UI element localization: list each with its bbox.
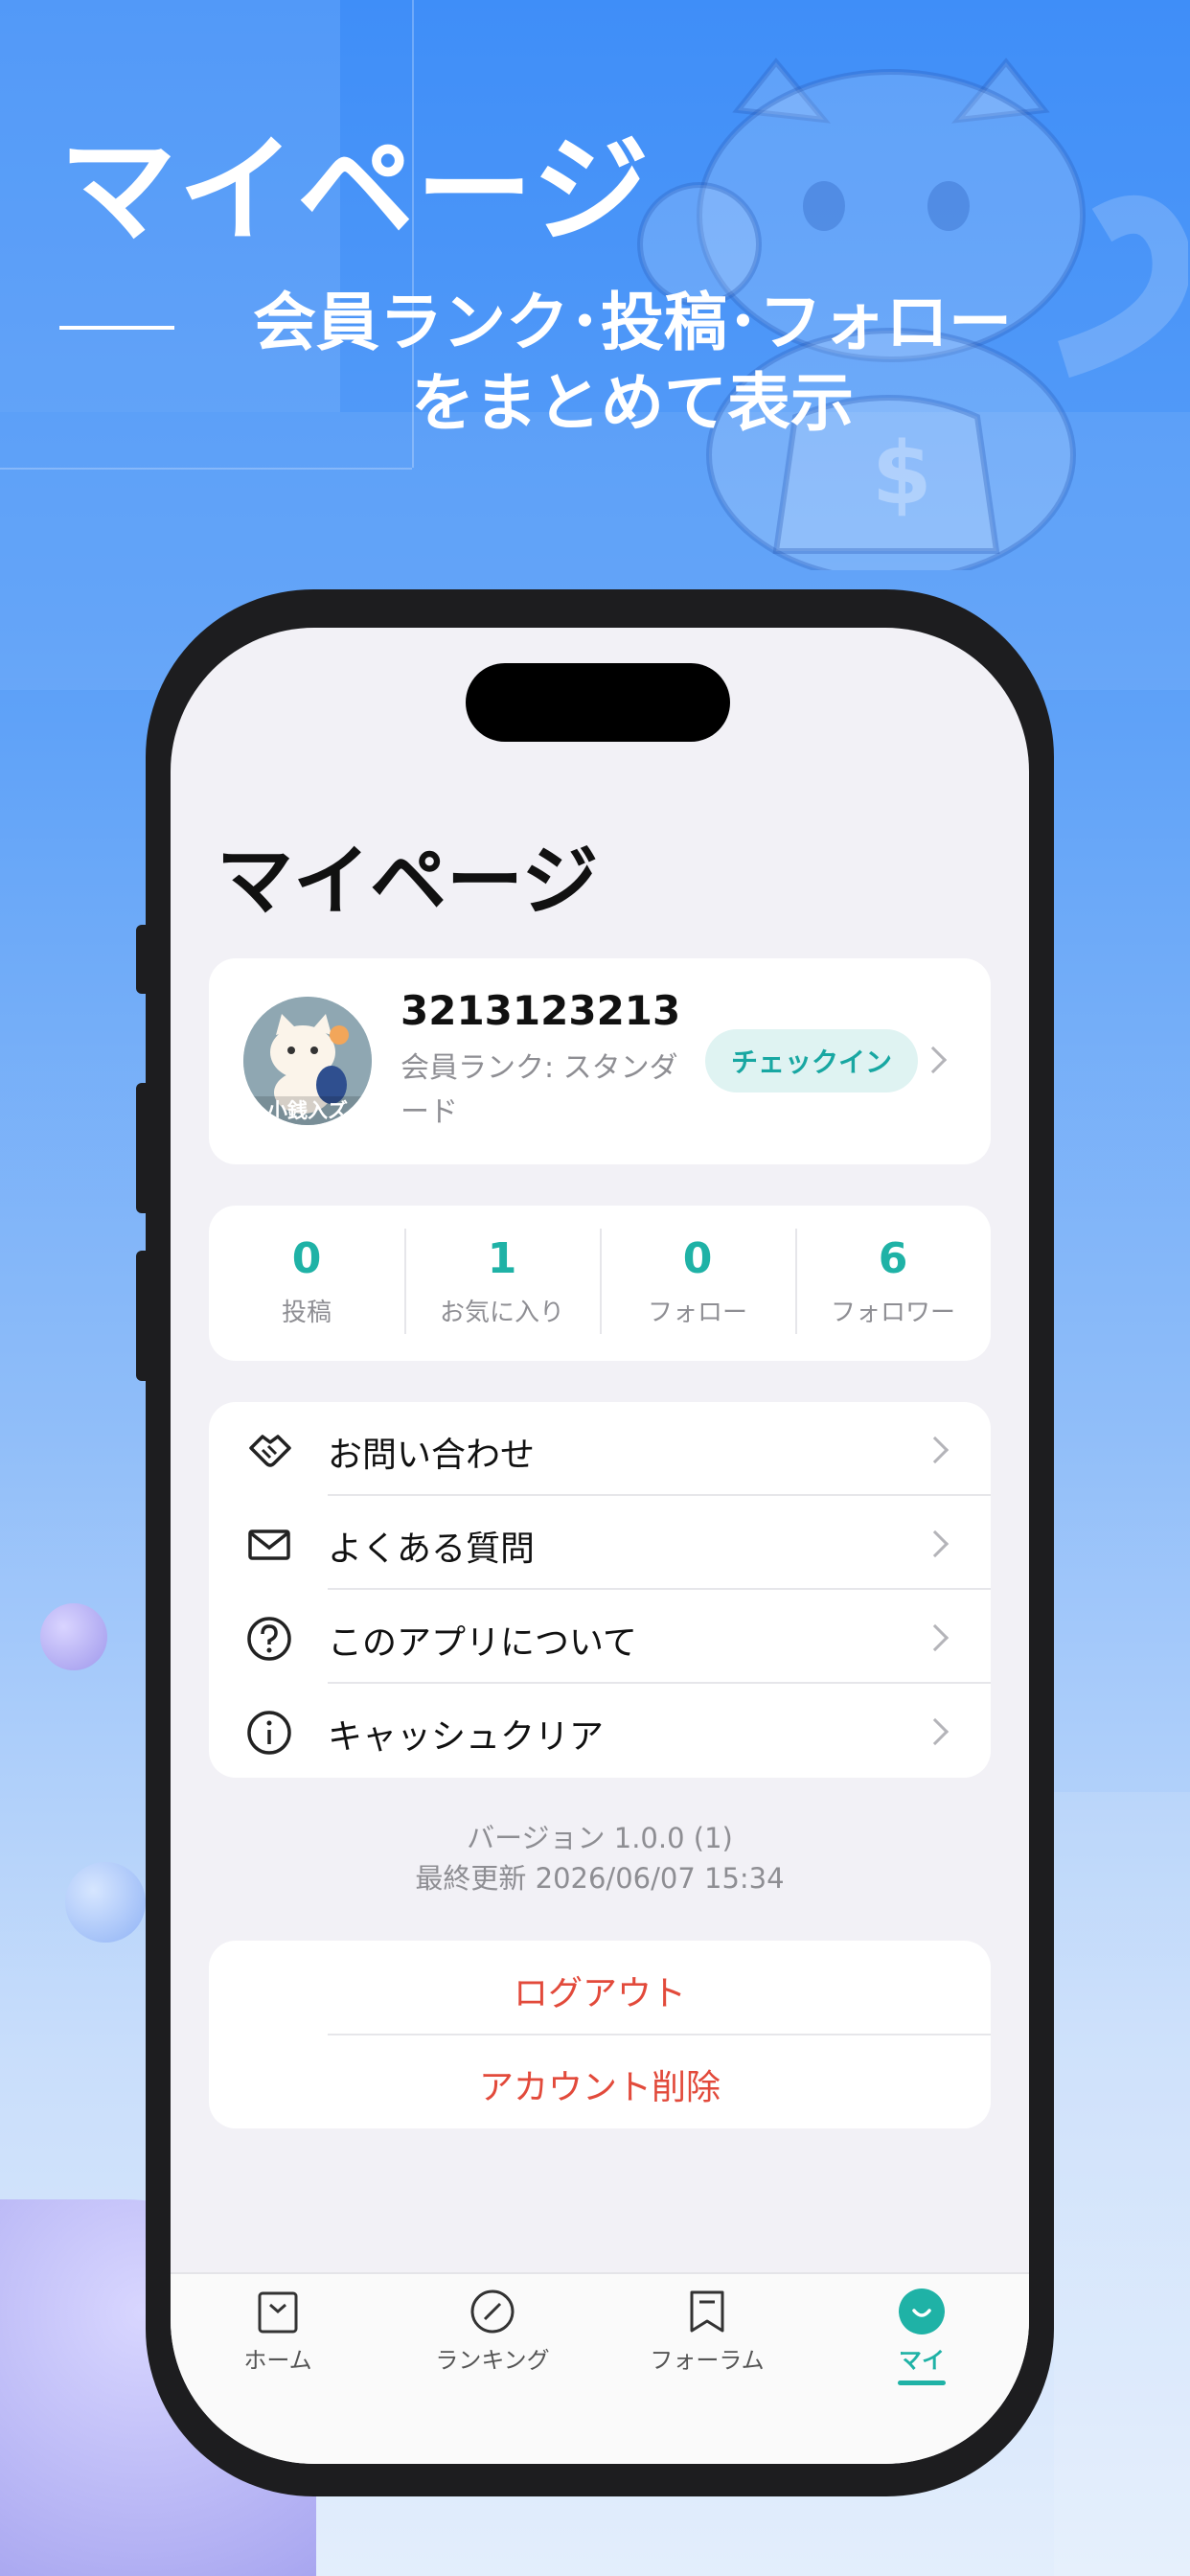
my-icon bbox=[899, 2288, 945, 2334]
stat-label: フォロワー bbox=[830, 1299, 955, 1327]
ranking-icon bbox=[470, 2289, 515, 2334]
stats-card: 0 投稿 1 お気に入り 0 フォロー 6 フォロワー bbox=[209, 1206, 991, 1361]
divider bbox=[328, 2034, 991, 2036]
bg-line bbox=[0, 468, 412, 470]
stat-value: 0 bbox=[682, 1234, 713, 1283]
menu-item-about[interactable]: このアプリについて bbox=[209, 1590, 991, 1684]
tab-home[interactable]: ホーム bbox=[171, 2288, 385, 2375]
hero-subtitle-line1: 会員ランク･投稿･フォロー bbox=[253, 286, 1012, 359]
stat-label: お気に入り bbox=[439, 1299, 564, 1327]
stat-label: フォロー bbox=[647, 1299, 747, 1327]
info-icon bbox=[247, 1711, 291, 1755]
stat-value: 1 bbox=[487, 1234, 517, 1283]
mail-icon bbox=[248, 1530, 290, 1560]
menu-item-contact[interactable]: お問い合わせ bbox=[209, 1402, 991, 1496]
hero-subtitle-line2: をまとめて表示 bbox=[411, 366, 854, 440]
chevron-right-icon bbox=[921, 1436, 950, 1464]
lucky-cat-avatar-icon: 小銭入ズ bbox=[243, 997, 372, 1125]
bg-panel bbox=[1054, 1792, 1190, 2576]
avatar-text: 小銭入ズ bbox=[267, 1099, 348, 1122]
stat-value: 6 bbox=[878, 1234, 908, 1283]
stat-posts[interactable]: 0 投稿 bbox=[209, 1206, 404, 1361]
profile-card[interactable]: 小銭入ズ 3213123213 会員ランク: スタンダード チェックイン bbox=[209, 958, 991, 1164]
tab-ranking[interactable]: ランキング bbox=[385, 2288, 600, 2375]
tab-forum[interactable]: フォーラム bbox=[600, 2288, 814, 2375]
chevron-right-icon bbox=[921, 1717, 950, 1746]
hero-dash bbox=[59, 326, 174, 330]
chevron-right-icon bbox=[921, 1530, 950, 1558]
tab-label: ホーム bbox=[243, 2347, 312, 2374]
menu-item-label: お問い合わせ bbox=[328, 1436, 536, 1475]
active-tab-indicator bbox=[898, 2380, 946, 2385]
phone-frame: マイページ 小銭入ズ 3213123213 会員ランク: スタンダード チェック… bbox=[146, 589, 1054, 2496]
stat-following[interactable]: 0 フォロー bbox=[600, 1206, 795, 1361]
hero-subtitle: 会員ランク･投稿･フォロー をまとめて表示 bbox=[201, 283, 1064, 444]
home-icon bbox=[258, 2291, 298, 2334]
menu-card: お問い合わせ よくある質問 このアプリについて キャッシュクリア bbox=[209, 1402, 991, 1778]
delete-account-button[interactable]: アカウント削除 bbox=[209, 2059, 991, 2109]
decorative-bubble bbox=[40, 1603, 107, 1670]
member-rank: 会員ランク: スタンダード bbox=[400, 1051, 678, 1129]
stat-followers[interactable]: 6 フォロワー bbox=[795, 1206, 991, 1361]
question-icon bbox=[247, 1617, 291, 1661]
forum-icon bbox=[690, 2290, 724, 2333]
logout-button[interactable]: ログアウト bbox=[209, 1966, 991, 2015]
menu-item-label: このアプリについて bbox=[328, 1623, 637, 1663]
menu-item-faq[interactable]: よくある質問 bbox=[209, 1496, 991, 1590]
tab-label: フォーラム bbox=[650, 2347, 765, 2374]
tab-label: ランキング bbox=[435, 2347, 550, 2374]
app-screen: マイページ 小銭入ズ 3213123213 会員ランク: スタンダード チェック… bbox=[171, 628, 1029, 2464]
last-updated-text: 最終更新 2026/06/07 15:34 bbox=[415, 1862, 785, 1895]
chevron-right-icon bbox=[919, 1046, 948, 1074]
stat-favorites[interactable]: 1 お気に入り bbox=[404, 1206, 600, 1361]
handshake-icon bbox=[249, 1435, 291, 1467]
version-text: バージョン 1.0.0 (1) bbox=[467, 1822, 733, 1854]
menu-item-label: よくある質問 bbox=[328, 1530, 536, 1569]
decorative-bubble bbox=[65, 1862, 146, 1943]
menu-item-label: キャッシュクリア bbox=[328, 1717, 605, 1757]
dynamic-island bbox=[466, 663, 730, 742]
page-title: マイページ bbox=[217, 837, 599, 926]
tab-my[interactable]: マイ bbox=[814, 2288, 1029, 2385]
tab-bar: ホーム ランキング フォーラム マイ bbox=[171, 2272, 1029, 2464]
avatar: 小銭入ズ bbox=[243, 997, 372, 1125]
menu-item-clear-cache[interactable]: キャッシュクリア bbox=[209, 1684, 991, 1778]
checkin-button[interactable]: チェックイン bbox=[705, 1029, 918, 1092]
username: 3213123213 bbox=[400, 987, 681, 1034]
account-actions-card: ログアウト アカウント削除 bbox=[209, 1941, 991, 2128]
stat-value: 0 bbox=[291, 1234, 322, 1283]
tab-label: マイ bbox=[899, 2347, 945, 2374]
hero-title: マイページ bbox=[59, 123, 652, 259]
stat-label: 投稿 bbox=[281, 1299, 332, 1327]
chevron-right-icon bbox=[921, 1623, 950, 1652]
